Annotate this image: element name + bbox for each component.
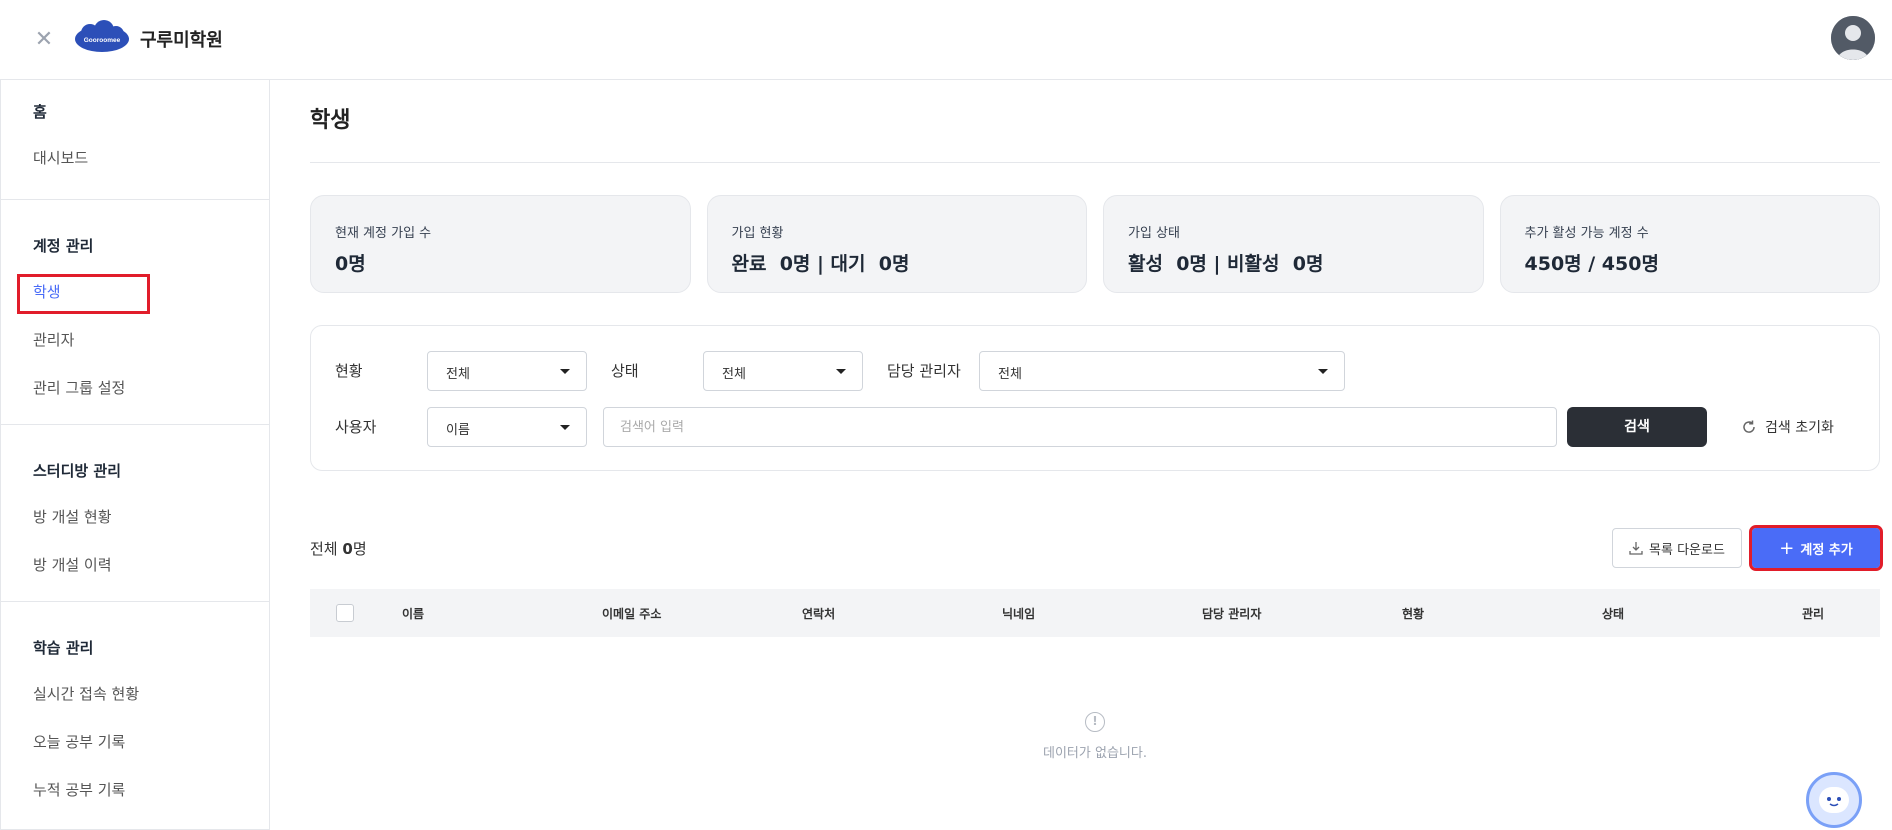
top-bar: ✕ Gooroomee 구루미학원: [0, 0, 1892, 80]
user-field-select-value: 이름: [446, 423, 470, 438]
chatbot-button[interactable]: [1806, 772, 1862, 828]
column-header-name[interactable]: 이름: [402, 605, 424, 622]
sidebar-item-dashboard[interactable]: 대시보드: [1, 134, 269, 182]
stat-label: 가입 상태: [1128, 226, 1180, 241]
stat-value: 완료 0명 | 대기 0명: [731, 253, 910, 275]
brand-name: 구루미학원: [140, 30, 223, 51]
reset-search-button[interactable]: 검색 초기화: [1741, 417, 1834, 437]
select-all-checkbox[interactable]: [336, 604, 354, 622]
stat-card: 현재 계정 가입 수 0명: [310, 195, 691, 293]
stat-value: 0명: [335, 253, 366, 275]
manager-select-value: 전체: [998, 367, 1022, 382]
user-field-select[interactable]: 이름: [427, 407, 587, 447]
stats-row: 현재 계정 가입 수 0명 가입 현황 완료 0명 | 대기 0명 가입 상태 …: [310, 195, 1880, 293]
total-suffix: 명: [352, 540, 367, 558]
close-icon[interactable]: ✕: [32, 28, 56, 52]
sidebar-section-account: 계정 관리 학생 관리자 관리 그룹 설정: [1, 200, 269, 425]
column-header-status[interactable]: 현황: [1402, 605, 1424, 622]
column-header-nickname[interactable]: 닉네임: [1002, 605, 1035, 622]
filter-label-manager: 담당 관리자: [887, 362, 961, 380]
sidebar-item-room-history[interactable]: 방 개설 이력: [1, 541, 269, 589]
filter-label-user: 사용자: [335, 418, 377, 436]
search-button[interactable]: 검색: [1567, 407, 1707, 447]
highlight-box: [17, 274, 150, 314]
refresh-icon: [1743, 420, 1755, 433]
sidebar-item-total-record[interactable]: 누적 공부 기록: [1, 766, 269, 814]
stat-card: 가입 현황 완료 0명 | 대기 0명: [706, 195, 1087, 293]
total-prefix: 전체: [310, 540, 338, 558]
info-icon: !: [1085, 712, 1105, 732]
brand-logo[interactable]: Gooroomee: [74, 20, 130, 56]
status-select[interactable]: 전체: [427, 351, 587, 391]
sidebar-heading-home: 홈: [33, 103, 47, 121]
chatbot-icon: [1819, 787, 1849, 813]
download-list-button[interactable]: 목록 다운로드: [1612, 528, 1742, 568]
filter-label-status: 현황: [335, 362, 363, 380]
download-icon: [1629, 542, 1643, 555]
chevron-down-icon: [560, 369, 570, 374]
sidebar-section-learning: 학습 관리 실시간 접속 현황 오늘 공부 기록 누적 공부 기록: [1, 602, 269, 830]
sidebar-heading-studyroom: 스터디방 관리: [33, 462, 122, 480]
sidebar-heading-learning: 학습 관리: [33, 639, 94, 657]
reset-search-label: 검색 초기화: [1765, 420, 1834, 436]
empty-state: ! 데이터가 없습니다.: [310, 712, 1880, 761]
empty-text: 데이터가 없습니다.: [1043, 746, 1147, 761]
stat-label: 가입 현황: [731, 226, 784, 241]
stat-card: 추가 활성 가능 계정 수 450명 / 450명: [1499, 195, 1880, 293]
chevron-down-icon: [836, 369, 846, 374]
sidebar-item-group-settings[interactable]: 관리 그룹 설정: [1, 364, 269, 412]
chevron-down-icon: [1318, 369, 1328, 374]
stat-value: 활성 0명 | 비활성 0명: [1128, 253, 1324, 275]
total-number: 0: [342, 540, 353, 558]
avatar-icon: [1831, 16, 1875, 60]
main-content: 학생 현재 계정 가입 수 0명 가입 현황 완료 0명 | 대기 0명 가입 …: [310, 80, 1880, 471]
stat-label: 현재 계정 가입 수: [335, 226, 432, 241]
table-header: 이름 이메일 주소 연락처 닉네임 담당 관리자 현황 상태 관리: [310, 589, 1880, 637]
chevron-down-icon: [560, 425, 570, 430]
add-account-button[interactable]: + 계정 추가: [1749, 525, 1883, 571]
list-toolbar: 전체 0명 목록 다운로드 + 계정 추가: [310, 525, 1883, 571]
column-header-email[interactable]: 이메일 주소: [602, 605, 661, 622]
stat-value: 450명 / 450명: [1524, 253, 1659, 275]
svg-text:Gooroomee: Gooroomee: [84, 37, 121, 44]
state-select-value: 전체: [722, 367, 746, 382]
sidebar-item-room-status[interactable]: 방 개설 현황: [1, 493, 269, 541]
stat-label: 추가 활성 가능 계정 수: [1524, 226, 1649, 241]
download-list-label: 목록 다운로드: [1649, 542, 1725, 558]
column-header-manage[interactable]: 관리: [1802, 605, 1824, 622]
title-divider: [310, 162, 1880, 163]
search-input[interactable]: [603, 407, 1557, 447]
stat-card: 가입 상태 활성 0명 | 비활성 0명: [1103, 195, 1484, 293]
sidebar-section-home: 홈 대시보드: [1, 80, 269, 200]
sidebar-heading-account: 계정 관리: [33, 237, 94, 255]
page-title: 학생: [310, 108, 351, 133]
add-account-label: 계정 추가: [1800, 542, 1853, 558]
sidebar-item-students[interactable]: 학생: [1, 268, 269, 316]
sidebar-item-admins[interactable]: 관리자: [1, 316, 269, 364]
column-header-state[interactable]: 상태: [1602, 605, 1624, 622]
user-avatar[interactable]: [1831, 16, 1875, 60]
status-select-value: 전체: [446, 367, 470, 382]
column-header-manager[interactable]: 담당 관리자: [1202, 605, 1261, 622]
filter-label-state: 상태: [611, 362, 639, 380]
sidebar-item-realtime[interactable]: 실시간 접속 현황: [1, 670, 269, 718]
manager-select[interactable]: 전체: [979, 351, 1345, 391]
filter-panel: 현황 전체 상태 전체 담당 관리자 전체 사용자 이름 검색 검색 초기화: [310, 325, 1880, 471]
plus-icon: +: [1779, 537, 1795, 559]
column-header-phone[interactable]: 연락처: [802, 605, 835, 622]
sidebar-item-today-record[interactable]: 오늘 공부 기록: [1, 718, 269, 766]
state-select[interactable]: 전체: [703, 351, 863, 391]
total-count: 전체 0명: [310, 538, 367, 559]
sidebar-section-studyroom: 스터디방 관리 방 개설 현황 방 개설 이력: [1, 425, 269, 602]
sidebar: 홈 대시보드 계정 관리 학생 관리자 관리 그룹 설정 스터디방 관리 방 개…: [0, 80, 270, 830]
